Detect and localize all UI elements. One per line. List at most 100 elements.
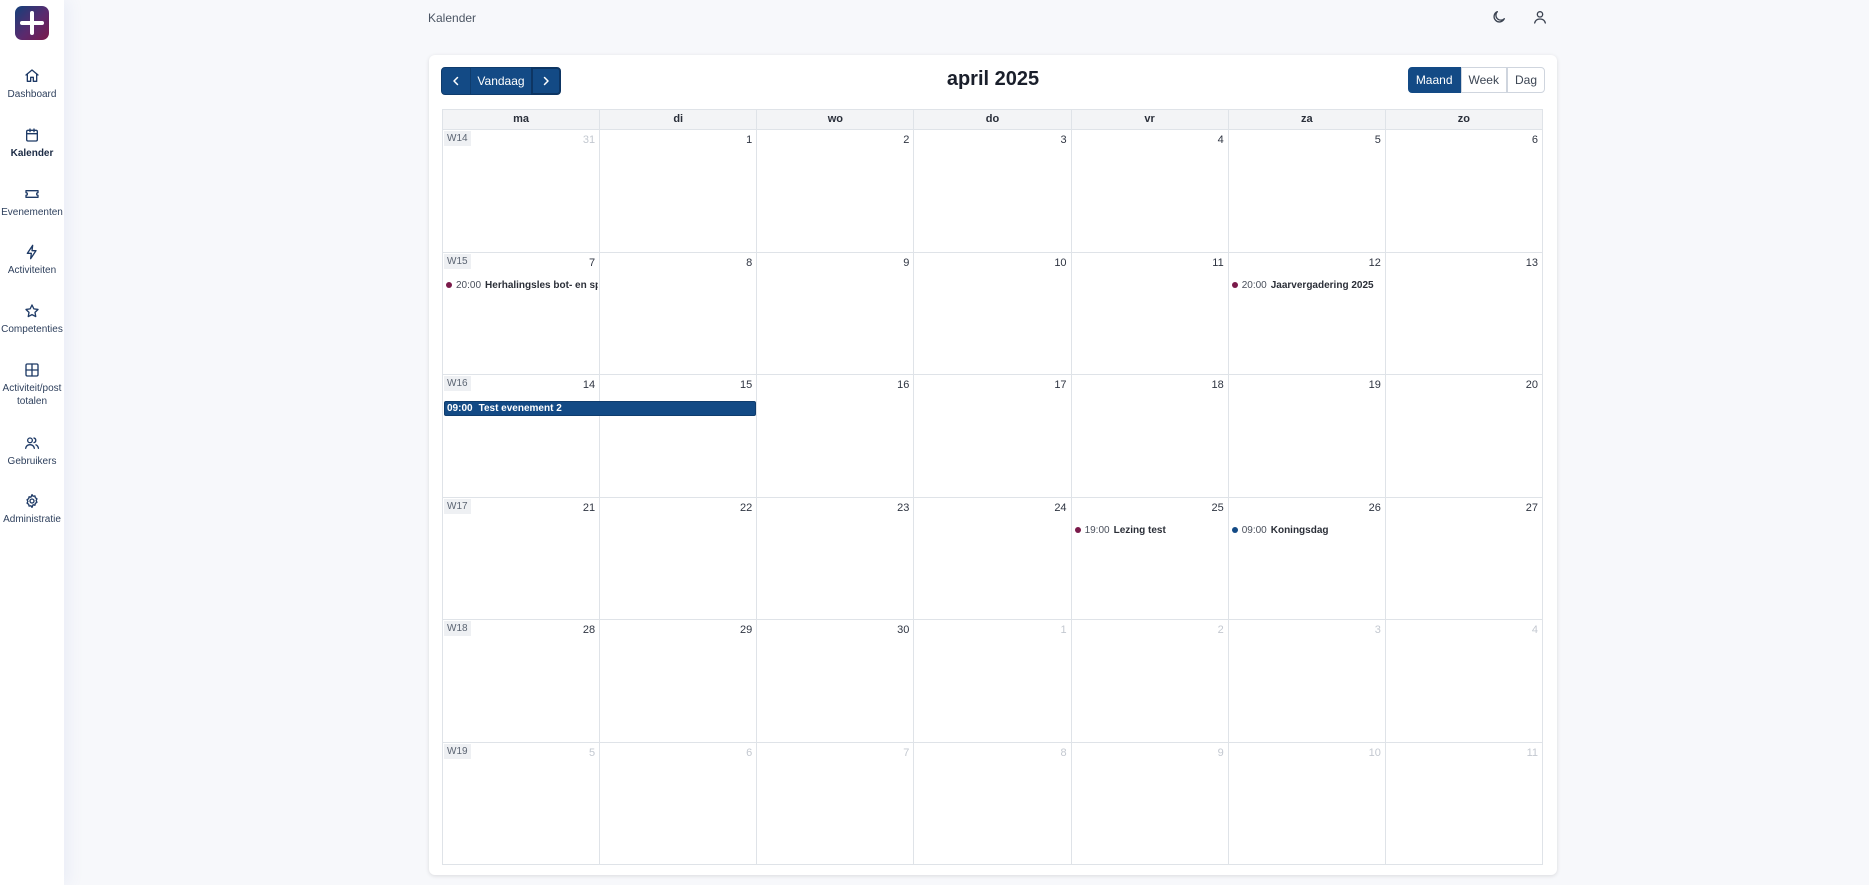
day-cell[interactable]: 30 [756,620,913,742]
sidebar-item-activiteiten[interactable]: Activiteiten [0,244,64,277]
day-cell[interactable]: 8 [913,742,1070,864]
day-number[interactable]: 9 [1218,747,1224,759]
day-cell[interactable]: 3 [913,130,1070,252]
day-number[interactable]: 12 [1369,257,1381,269]
day-number[interactable]: 6 [746,747,752,759]
day-number[interactable]: 7 [903,747,909,759]
prev-month-button[interactable] [441,67,471,95]
day-number[interactable]: 9 [903,257,909,269]
calendar-event[interactable]: 19:00 Lezing test [1074,525,1166,536]
day-cell[interactable]: 24 [913,497,1070,619]
day-number[interactable]: 11 [1212,257,1223,269]
week-number[interactable]: W16 [444,376,471,391]
day-cell[interactable]: W14 31 [443,130,599,252]
day-cell[interactable]: 19 [1227,375,1385,497]
day-cell[interactable]: 5 [1227,130,1385,252]
day-number[interactable]: 15 [740,379,752,391]
view-week-button[interactable]: Week [1460,67,1507,93]
day-cell[interactable]: 13 [1384,252,1542,374]
day-number[interactable]: 23 [897,502,909,514]
day-cell[interactable]: 12 20:00 Jaarvergadering 2025 [1227,252,1385,374]
sidebar-item-dashboard[interactable]: Dashboard [0,68,64,101]
sidebar-item-competenties[interactable]: Competenties [0,303,64,336]
sidebar-item-evenementen[interactable]: Evenementen [0,186,64,219]
day-cell[interactable]: 17 [913,375,1070,497]
day-cell[interactable]: 6 [1384,130,1542,252]
day-cell[interactable]: 26 09:00 Koningsdag [1227,497,1385,619]
week-number[interactable]: W18 [444,621,471,636]
day-cell[interactable]: 27 [1384,497,1542,619]
view-month-button[interactable]: Maand [1407,67,1461,93]
day-number[interactable]: 5 [1375,134,1381,146]
day-cell[interactable]: 6 [599,742,756,864]
week-number[interactable]: W14 [444,131,471,146]
day-cell[interactable]: 2 [756,130,913,252]
sidebar-item-administratie[interactable]: Administratie [0,493,64,526]
day-number[interactable]: 28 [583,624,595,636]
day-number[interactable]: 5 [589,747,595,759]
day-number[interactable]: 14 [583,379,595,391]
view-day-button[interactable]: Dag [1506,67,1545,93]
day-number[interactable]: 17 [1054,379,1066,391]
day-cell[interactable]: 2 [1070,620,1228,742]
day-cell[interactable]: 15 [599,375,756,497]
day-number[interactable]: 4 [1532,624,1538,636]
day-number[interactable]: 31 [583,134,595,146]
day-number[interactable]: 21 [583,502,595,514]
day-cell[interactable]: 20 [1384,375,1542,497]
day-number[interactable]: 7 [589,257,595,269]
day-cell[interactable]: 8 [599,252,756,374]
day-cell[interactable]: 1 [599,130,756,252]
sidebar-item-kalender[interactable]: Kalender [0,127,64,160]
day-cell[interactable]: 7 [756,742,913,864]
day-cell[interactable]: 29 [599,620,756,742]
day-number[interactable]: 19 [1369,379,1381,391]
day-cell[interactable]: W16 14 [443,375,599,497]
sidebar-item-gebruikers[interactable]: Gebruikers [0,435,64,468]
day-number[interactable]: 11 [1527,747,1538,759]
day-number[interactable]: 3 [1375,624,1381,636]
calendar-event[interactable]: 09:00 Koningsdag [1231,525,1329,536]
day-number[interactable]: 2 [903,134,909,146]
app-logo[interactable] [15,6,49,40]
moon-icon[interactable] [1491,9,1507,25]
day-cell[interactable]: 3 [1227,620,1385,742]
week-number[interactable]: W19 [444,743,471,759]
day-number[interactable]: 13 [1526,257,1538,269]
user-icon[interactable] [1532,9,1548,25]
day-cell[interactable]: 4 [1384,620,1542,742]
day-number[interactable]: 16 [897,379,909,391]
day-cell[interactable]: 9 [1070,742,1228,864]
day-cell[interactable]: 18 [1070,375,1228,497]
day-cell[interactable]: 16 [756,375,913,497]
day-cell[interactable]: 4 [1070,130,1228,252]
day-cell[interactable]: W18 28 [443,620,599,742]
today-button[interactable]: Vandaag [471,67,531,95]
day-cell[interactable]: 23 [756,497,913,619]
day-number[interactable]: 8 [746,257,752,269]
day-number[interactable]: 10 [1369,747,1381,759]
day-cell[interactable]: 11 [1070,252,1228,374]
day-number[interactable]: 1 [1060,624,1066,636]
day-number[interactable]: 25 [1211,502,1223,514]
day-cell[interactable]: 1 [913,620,1070,742]
calendar-event[interactable]: 20:00 Herhalingsles bot- en spi [446,280,598,291]
day-number[interactable]: 27 [1526,502,1538,514]
day-cell[interactable]: 9 [756,252,913,374]
multi-day-event[interactable]: 09:00 Test evenement 2 [444,401,756,416]
day-number[interactable]: 30 [897,624,909,636]
week-number[interactable]: W15 [444,253,471,269]
day-number[interactable]: 4 [1218,134,1224,146]
next-month-button[interactable] [531,67,561,95]
day-cell[interactable]: 10 [913,252,1070,374]
day-number[interactable]: 10 [1054,257,1066,269]
day-number[interactable]: 18 [1211,379,1223,391]
sidebar-item-activiteit-post-totalen[interactable]: Activiteit/post totalen [0,362,64,408]
day-cell[interactable]: 11 [1384,742,1542,864]
day-number[interactable]: 1 [746,134,752,146]
day-number[interactable]: 26 [1369,502,1381,514]
calendar-event[interactable]: 20:00 Jaarvergadering 2025 [1231,280,1374,291]
day-number[interactable]: 20 [1526,379,1538,391]
week-number[interactable]: W17 [444,498,471,514]
day-number[interactable]: 22 [740,502,752,514]
